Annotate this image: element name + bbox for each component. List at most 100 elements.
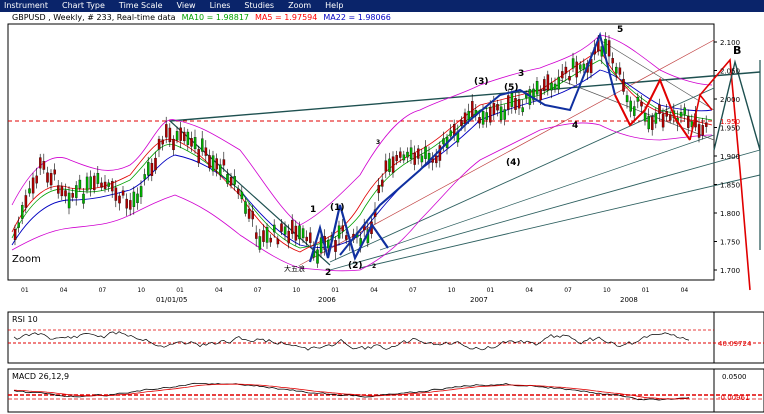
candle-body [618,67,622,75]
candle-body [561,71,564,79]
zoom-label[interactable]: Zoom [12,254,41,265]
candle-body [190,138,193,147]
candle-body [420,155,424,163]
candle-body [298,225,301,240]
candle-body [550,82,553,91]
candle-body [399,151,402,158]
candle-body [64,190,67,197]
time-tick-label: 04 [370,287,378,294]
candle-body [125,198,128,209]
wave-label-2b: 2 [372,263,376,270]
macd-value: -0.00961 [718,394,749,402]
candle-body [82,193,85,204]
price-tick-label: 1.700 [720,267,740,275]
price-tick-label: 2.000 [720,96,740,104]
candle-body [258,236,262,250]
candle-body [255,232,258,239]
candle-body [615,66,618,74]
wave-label-p1: (1) [330,203,345,213]
rsi-title: RSI 10 [12,315,38,324]
candle-body [499,106,503,121]
candle-body [219,164,222,176]
candle-body [337,225,341,239]
candle-body [669,114,672,121]
candle-body [643,112,647,122]
candle-body [283,226,287,235]
candle-body [24,195,28,208]
time-tick-label: 01 [487,287,495,294]
year-label: 2007 [470,296,488,304]
candle-body [107,182,110,187]
candle-body [701,125,704,136]
time-tick-label: 10 [137,287,145,294]
candle-body [273,224,276,233]
candle-body [71,193,74,198]
candle-body [478,117,481,124]
candle-body [154,157,157,171]
candle-body [46,172,49,183]
candle-body [233,176,236,185]
macd-value-top: 0.0500 [722,373,747,381]
wave-label-3-small: 3 [376,139,380,146]
candle-body [226,173,229,184]
candle-body [424,146,427,159]
candle-body [507,95,510,110]
candle-body [651,116,654,130]
candle-body [579,64,582,70]
candle-body [114,187,118,201]
price-tick-label: 2.050 [720,68,740,76]
candle-body [247,208,251,219]
year-label: 2008 [620,296,638,304]
time-tick-label: 07 [254,287,262,294]
candle-body [334,240,337,252]
candle-body [485,112,488,120]
candle-body [291,220,294,234]
candle-body [611,58,614,64]
candle-body [661,113,665,128]
price-tick-label: 1.850 [720,182,740,190]
time-tick-label: 01 [331,287,339,294]
time-tick-label: 10 [448,287,456,294]
candle-body [395,155,398,162]
candle-body [287,230,290,244]
candle-body [78,179,82,189]
candle-body [262,230,265,242]
candle-body [409,147,413,160]
candle-body [568,76,571,81]
candle-body [204,147,208,156]
candle-body [208,155,211,169]
candle-body [514,98,517,110]
candle-body [42,161,46,170]
candle-body [276,238,280,245]
candle-body [377,184,380,194]
candle-body [197,149,200,164]
candle-body [118,195,121,204]
current-price-label: 1.950 [720,118,740,126]
candle-body [665,110,668,117]
candle-body [625,95,629,103]
price-tick-label: 2.100 [720,39,740,47]
candle-body [121,190,125,196]
candle-body [251,211,254,220]
candle-body [129,200,132,210]
time-tick-label: 07 [564,287,572,294]
candle-body [633,106,636,116]
main-price-chart[interactable]: 1 2 (1) (2) 2 3 (3) (5) 3 5 4 (4) B 大五浪 … [0,0,764,414]
candle-body [179,127,182,141]
candle-body [57,185,60,194]
time-tick-label: 04 [681,287,689,294]
candle-body [460,119,463,126]
candle-body [575,61,578,78]
candle-body [165,124,168,138]
candle-body [582,63,586,70]
candle-body [658,104,661,114]
time-tick-label: 10 [603,287,611,294]
candle-body [157,138,161,150]
macd-title: MACD 26,12,9 [12,372,69,381]
candle-body [535,80,539,95]
candle-body [679,112,683,117]
time-tick-label: 01 [176,287,184,294]
candle-body [391,156,395,173]
candle-body [481,111,485,125]
candle-body [381,179,384,187]
